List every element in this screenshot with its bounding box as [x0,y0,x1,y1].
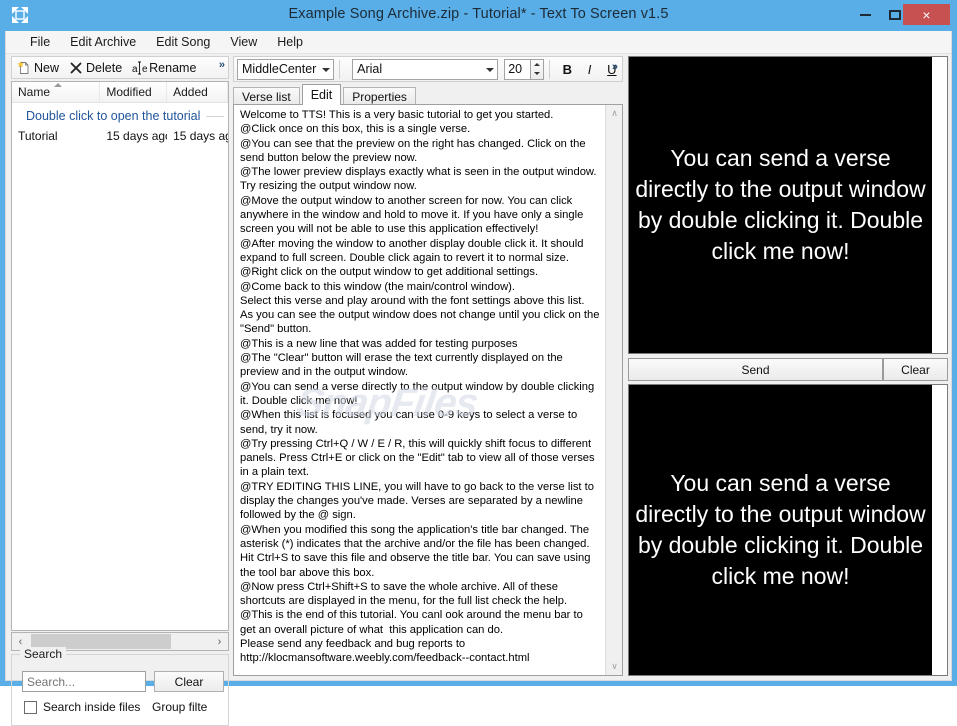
scroll-up-arrow-icon[interactable]: ∧ [606,105,622,122]
chevron-down-icon [534,72,541,76]
svg-text:e: e [142,64,148,75]
search-group-box: Search Clear Search inside files Group f… [11,647,229,726]
close-button[interactable]: × [903,4,950,25]
font-toolbar-overflow-button[interactable]: » [612,61,618,73]
clear-button[interactable]: Clear [883,358,948,381]
list-header-row: Name Modified Added [12,82,228,103]
title-bar: Example Song Archive.zip - Tutorial* - T… [0,0,957,31]
list-group-header-label: Double click to open the tutorial [26,109,201,123]
bold-button[interactable]: B [557,59,577,80]
column-header-name-label: Name [18,85,51,99]
new-file-icon [17,60,31,75]
table-row[interactable]: Tutorial 15 days ago 15 days ag [12,127,228,144]
menu-bar: File Edit Archive Edit Song View Help [6,31,951,54]
verse-list-view[interactable]: Name Modified Added Double click to open… [11,81,229,631]
menu-item-help[interactable]: Help [267,32,313,52]
editor-panel: MiddleCenter Arial 20 B I U » Verse list… [233,56,623,676]
column-header-added-label: Added [173,85,208,99]
font-toolbar: MiddleCenter Arial 20 B I U » [233,56,623,82]
column-header-modified-label: Modified [106,85,152,99]
column-header-modified[interactable]: Modified [100,82,168,102]
group-filter-label[interactable]: Group filte [152,700,224,714]
minimize-button[interactable] [851,4,880,25]
application-window: Example Song Archive.zip - Tutorial* - T… [0,0,957,726]
font-size-input[interactable]: 20 [504,58,531,80]
scroll-right-arrow-icon[interactable]: › [211,633,228,650]
chevron-up-icon [534,62,541,66]
toolbar-separator [549,59,551,79]
tab-verse-list[interactable]: Verse list [233,87,300,105]
svg-text:a: a [132,64,138,75]
menu-item-file[interactable]: File [20,32,60,52]
toolbar-overflow-button[interactable]: » [219,59,225,71]
new-button-label: New [34,60,60,75]
delete-button-label: Delete [86,60,123,75]
menu-item-view[interactable]: View [220,32,267,52]
italic-button[interactable]: I [579,59,599,80]
maximize-icon [888,9,901,20]
verse-file-panel: New Delete a e Rename » Name Modified Ad… [11,56,229,726]
preview-button-row: Send Clear [628,358,948,381]
rename-button-label: Rename [149,60,197,75]
chevron-down-icon[interactable] [486,67,495,72]
editor-content[interactable]: Welcome to TTS! This is a very basic tut… [234,105,604,675]
menu-item-edit-song[interactable]: Edit Song [146,32,220,52]
search-group-label: Search [20,647,67,661]
font-size-decrease[interactable] [531,69,543,79]
tab-edit[interactable]: Edit [301,84,342,105]
client-area: File Edit Archive Edit Song View Help Ne [5,31,952,726]
group-header-rule [206,115,224,117]
alignment-combobox[interactable]: MiddleCenter [237,58,335,80]
font-family-value: Arial [357,62,383,76]
text-editor[interactable]: Welcome to TTS! This is a very basic tut… [233,104,623,676]
preview-bottom[interactable]: You can send a verse directly to the out… [628,384,948,676]
send-button[interactable]: Send [628,358,883,381]
new-button[interactable]: New [12,58,64,78]
font-size-stepper[interactable] [530,58,545,80]
expand-arrows-icon [9,4,31,26]
row-cell-added: 15 days ag [173,128,228,143]
toolbar-separator [339,59,341,79]
delete-x-icon [69,61,83,75]
row-cell-name: Tutorial [18,128,58,143]
rename-button[interactable]: a e Rename [127,58,201,78]
search-inside-files-checkbox[interactable]: Search inside files [24,700,140,714]
list-group-header[interactable]: Double click to open the tutorial [12,109,228,123]
window-title: Example Song Archive.zip - Tutorial* - T… [288,6,669,22]
preview-top[interactable]: You can send a verse directly to the out… [628,56,948,354]
font-size-increase[interactable] [531,60,543,70]
editor-vertical-scrollbar[interactable]: ∧ ∨ [605,105,622,675]
sort-ascending-icon [54,83,62,87]
font-family-combobox[interactable]: Arial [352,58,499,80]
tab-properties[interactable]: Properties [343,87,416,105]
rename-text-cursor-icon: a e [132,61,148,75]
search-clear-button[interactable]: Clear [154,671,224,692]
preview-top-text: You can send a verse directly to the out… [635,145,926,264]
preview-panel: You can send a verse directly to the out… [628,56,948,676]
close-icon: × [922,6,931,23]
delete-button[interactable]: Delete [64,58,127,78]
column-header-added[interactable]: Added [167,82,228,102]
preview-top-surface[interactable]: You can send a verse directly to the out… [629,57,932,353]
preview-bottom-text: You can send a verse directly to the out… [635,470,926,589]
column-header-name[interactable]: Name [12,82,101,102]
alignment-value: MiddleCenter [242,62,317,76]
checkbox-box[interactable] [24,700,37,714]
row-cell-modified: 15 days ago [106,128,168,143]
tab-strip: Verse list Edit Properties [233,84,623,105]
search-input[interactable] [22,671,146,692]
menu-item-edit-archive[interactable]: Edit Archive [60,32,146,52]
minimize-icon [860,13,871,16]
search-inside-files-label: Search inside files [43,700,141,714]
file-toolbar: New Delete a e Rename » [11,56,229,79]
scroll-down-arrow-icon[interactable]: ∨ [606,658,622,675]
chevron-down-icon[interactable] [322,67,331,72]
preview-bottom-surface[interactable]: You can send a verse directly to the out… [629,385,932,675]
